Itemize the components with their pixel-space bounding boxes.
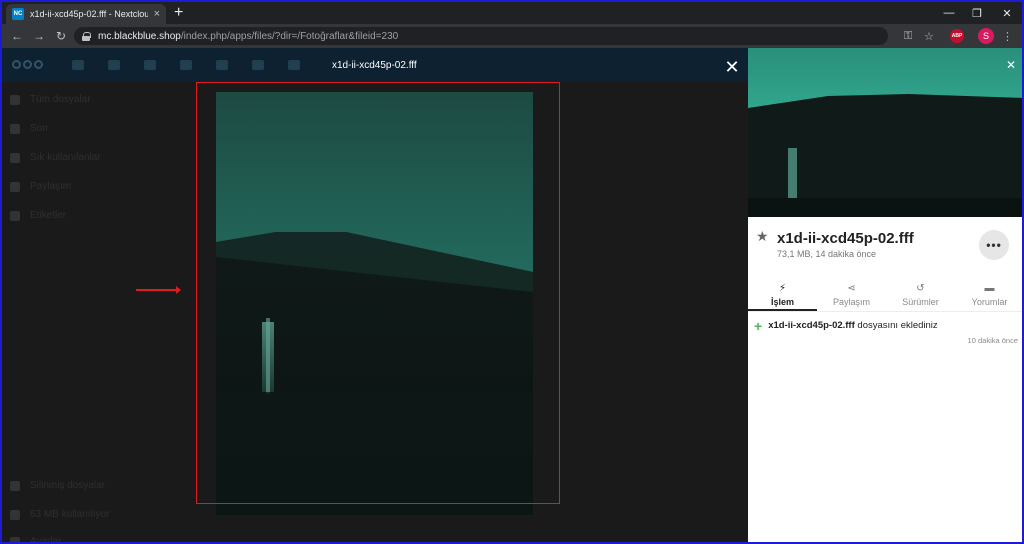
activity-time: 10 dakika önce (967, 336, 1018, 345)
sidebar-item-tags[interactable]: Etiketler (10, 210, 66, 221)
search-icon[interactable] (288, 60, 300, 70)
tag-icon (10, 210, 20, 221)
gear-icon (10, 536, 20, 542)
address-bar[interactable]: mc.blackblue.shop/index.php/apps/files/?… (74, 27, 888, 45)
activity-list: + x1d-ii-xcd45p-02.fff dosyasını ekledin… (754, 317, 1018, 346)
files-app-icon[interactable] (72, 60, 84, 70)
back-icon[interactable]: ← (6, 29, 28, 43)
new-tab-button[interactable]: + (174, 3, 183, 23)
star-icon (10, 152, 20, 163)
viewer-close-icon[interactable]: ✕ (722, 57, 742, 77)
tab-activity[interactable]: ⚡ İşlem (748, 280, 817, 311)
lock-icon (82, 31, 91, 41)
adblock-extension-button[interactable]: ABP (950, 28, 964, 44)
calendar-app-icon[interactable] (252, 60, 264, 70)
photos-app-icon[interactable] (108, 60, 120, 70)
details-sidebar: ✕ ★ x1d-ii-xcd45p-02.fff 73,1 MB, 14 dak… (748, 48, 1022, 542)
tab-close-icon[interactable]: × (154, 8, 160, 20)
favorite-star-icon[interactable]: ★ (756, 228, 769, 245)
details-close-icon[interactable]: ✕ (1006, 58, 1016, 72)
browser-menu-icon[interactable]: ⋮ (1002, 28, 1013, 44)
sidebar-item-favorites[interactable]: Sık kullanılanlar (10, 152, 101, 163)
trash-icon (10, 480, 20, 491)
viewer-title: x1d-ii-xcd45p-02.fff (332, 60, 417, 71)
annotation-highlight-box (196, 82, 560, 504)
activity-file-link[interactable]: x1d-ii-xcd45p-02.fff (768, 320, 855, 331)
profile-button[interactable]: S (978, 28, 994, 44)
key-icon[interactable]: ⚿ (904, 28, 912, 44)
avatar: S (978, 28, 994, 44)
sidebar-item-all-files[interactable]: Tüm dosyalar (10, 94, 91, 105)
browser-tab-bar: NC x1d-ii-xcd45p-02.fff - Nextcloud × + … (2, 2, 1022, 24)
tab-versions[interactable]: ↺ Sürümler (886, 280, 955, 311)
screen: NC x1d-ii-xcd45p-02.fff - Nextcloud × + … (0, 0, 1024, 544)
add-icon: + (754, 317, 763, 334)
reload-icon[interactable]: ↻ (50, 29, 72, 43)
more-actions-button[interactable]: ••• (979, 230, 1009, 260)
share-icon (10, 181, 20, 192)
comment-icon: ▬ (984, 283, 995, 294)
details-file-name: x1d-ii-xcd45p-02.fff (777, 230, 914, 247)
clock-icon (10, 123, 20, 134)
sidebar-item-settings[interactable]: Ayarlar (10, 536, 62, 542)
tab-title: x1d-ii-xcd45p-02.fff - Nextcloud (30, 9, 148, 19)
history-icon: ↺ (916, 283, 925, 294)
sidebar-item-shares[interactable]: Paylaşım (10, 181, 71, 192)
details-file-meta: 73,1 MB, 14 dakika önce (777, 249, 877, 259)
browser-tab[interactable]: NC x1d-ii-xcd45p-02.fff - Nextcloud × (6, 4, 166, 24)
restore-icon[interactable]: ❐ (960, 2, 994, 24)
browser-toolbar: ← → ↻ mc.blackblue.shop/index.php/apps/f… (2, 24, 1022, 48)
pie-chart-icon (10, 509, 20, 520)
details-thumbnail: ✕ (748, 48, 1022, 217)
tab-comments[interactable]: ▬ Yorumlar (955, 280, 1022, 311)
window-close-icon[interactable]: ✕ (990, 2, 1022, 24)
contacts-app-icon[interactable] (216, 60, 228, 70)
activity-item: + x1d-ii-xcd45p-02.fff dosyasını ekledin… (754, 317, 938, 334)
adblock-icon: ABP (950, 29, 964, 43)
waterfall-thumbnail (748, 48, 1022, 217)
files-sidebar: Tüm dosyalar Son Sık kullanılanlar Payla… (2, 82, 202, 542)
bookmark-star-icon[interactable]: ☆ (924, 28, 934, 44)
sidebar-item-deleted-files[interactable]: Silinmiş dosyalar (10, 480, 105, 491)
nextcloud-logo-icon (12, 60, 43, 69)
url-text: mc.blackblue.shop/index.php/apps/files/?… (98, 30, 399, 42)
annotation-arrow-icon (136, 286, 181, 294)
folder-icon (10, 94, 20, 105)
lightning-icon: ⚡ (778, 283, 787, 294)
nextcloud-favicon-icon: NC (12, 8, 24, 20)
activity-app-icon[interactable] (144, 60, 156, 70)
sidebar-item-quota: 63 MB kullanılıyor (10, 509, 109, 520)
forward-icon[interactable]: → (28, 29, 50, 43)
sidebar-item-recent[interactable]: Son (10, 123, 48, 134)
details-tabs: ⚡ İşlem ⋖ Paylaşım ↺ Sürümler ▬ Yorumlar (748, 280, 1022, 312)
gallery-app-icon[interactable] (180, 60, 192, 70)
tab-sharing[interactable]: ⋖ Paylaşım (817, 280, 886, 311)
share-icon: ⋖ (847, 283, 856, 294)
